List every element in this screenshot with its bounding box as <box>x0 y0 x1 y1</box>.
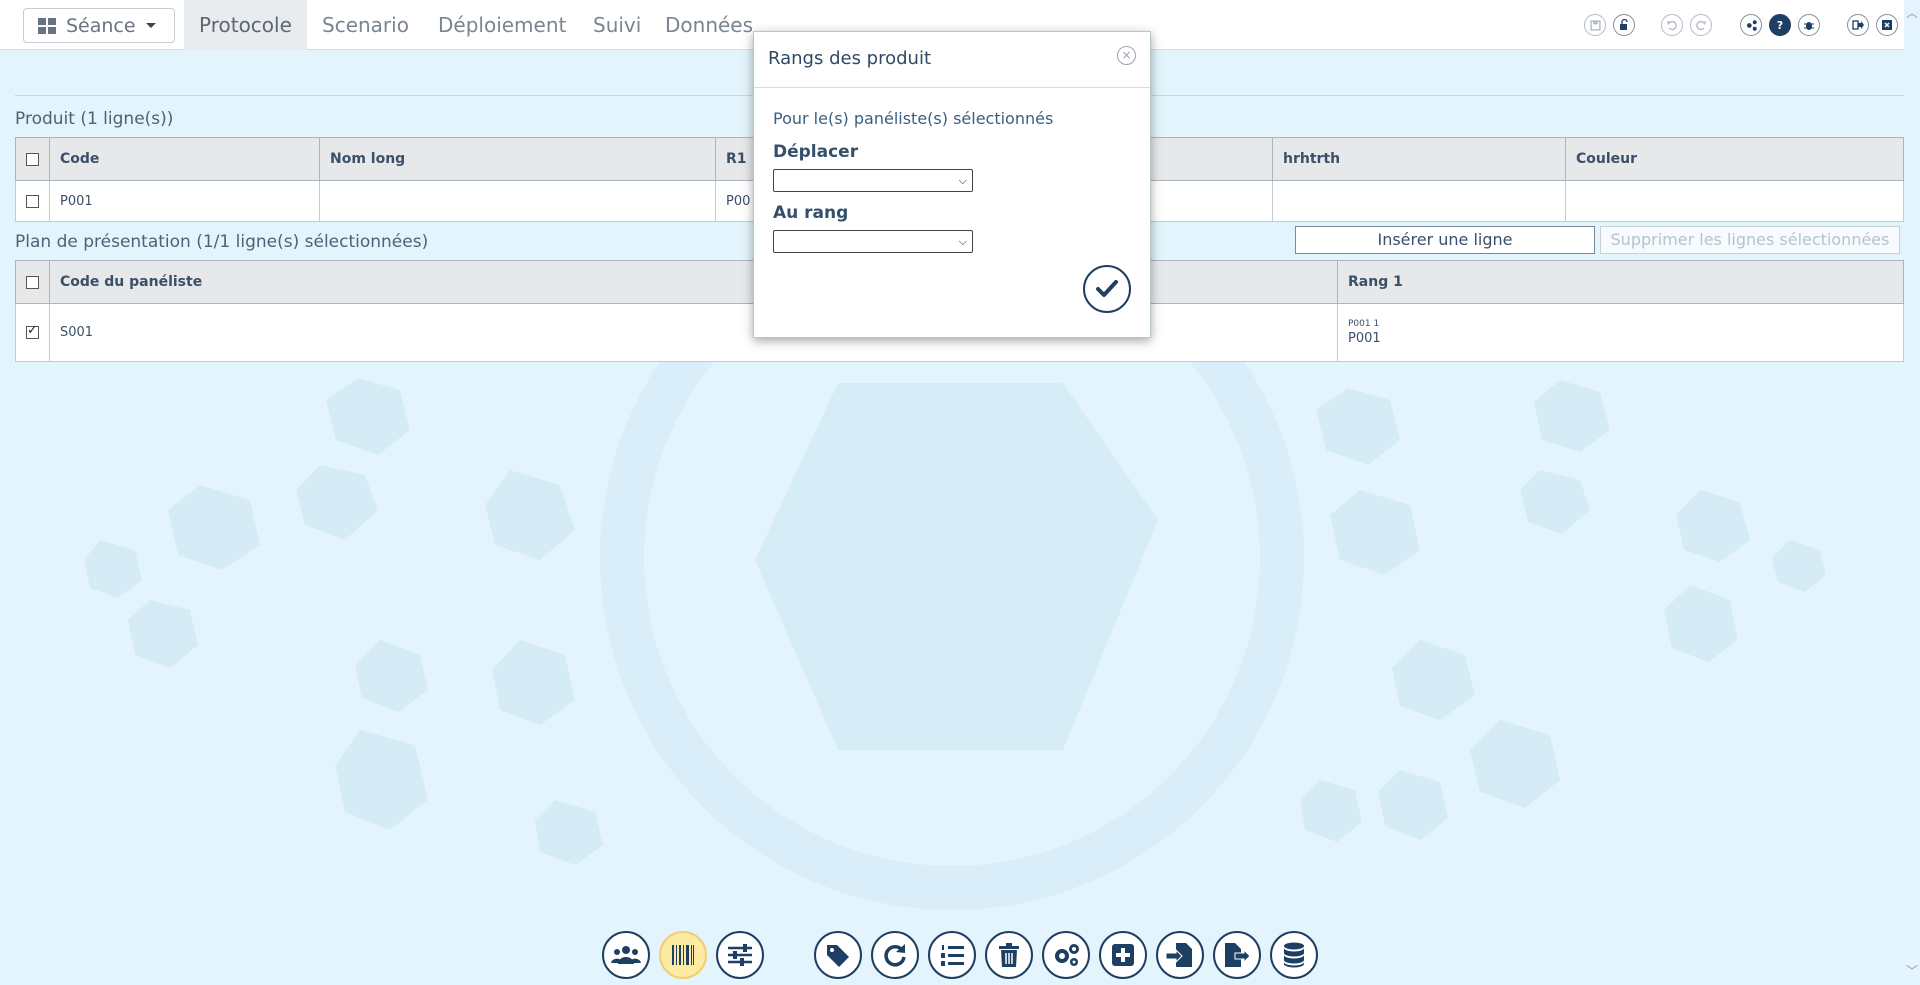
cogs-button[interactable] <box>1042 931 1090 979</box>
cell-rang-1[interactable]: P001 1 P001 <box>1337 303 1904 362</box>
dialog-info-text: Pour le(s) panéliste(s) sélectionnés <box>773 109 1054 128</box>
column-header-rang-1[interactable]: Rang 1 <box>1337 260 1904 304</box>
select-all-cell <box>15 137 50 181</box>
move-label: Déplacer <box>773 142 859 162</box>
insert-row-button[interactable]: Insérer une ligne <box>1295 226 1595 254</box>
rank-label: Au rang <box>773 203 849 223</box>
delete-button[interactable] <box>985 931 1033 979</box>
dialog-title: Rangs des produit <box>768 48 932 69</box>
database-icon <box>1284 942 1304 968</box>
ordered-list-icon <box>941 945 964 966</box>
column-header-nom-long[interactable]: Nom long <box>319 137 716 181</box>
file-export-icon <box>1225 943 1251 967</box>
confirm-button[interactable] <box>1083 265 1131 313</box>
sliders-button[interactable] <box>716 931 764 979</box>
select-all-cell <box>15 260 50 304</box>
cell-couleur[interactable] <box>1565 180 1904 222</box>
scroll-down-arrow-icon[interactable]: ﹀ <box>1906 962 1918 979</box>
refresh-icon <box>884 944 906 967</box>
unlock-icon[interactable] <box>1613 14 1635 36</box>
plan-section-title: Plan de présentation (1/1 ligne(s) sélec… <box>15 232 429 252</box>
import-button[interactable] <box>1156 931 1204 979</box>
column-header-couleur[interactable]: Couleur <box>1565 137 1904 181</box>
sliders-icon <box>728 944 752 966</box>
cell-nom-long[interactable] <box>319 180 716 222</box>
seance-label: Séance <box>66 14 136 37</box>
help-icon[interactable]: ? <box>1769 14 1791 36</box>
row-checkbox-checked[interactable] <box>26 323 39 339</box>
select-all-checkbox[interactable] <box>26 275 39 289</box>
delete-selected-rows-button[interactable]: Supprimer les lignes sélectionnées <box>1600 226 1900 254</box>
rangs-produit-dialog: Rangs des produit × Pour le(s) panéliste… <box>753 31 1151 338</box>
cell-code[interactable]: P001 <box>49 180 320 222</box>
database-button[interactable] <box>1270 931 1318 979</box>
refresh-button[interactable] <box>871 931 919 979</box>
column-header-hrhtrth[interactable]: hrhtrth <box>1272 137 1566 181</box>
tags-icon <box>827 945 849 967</box>
undo-icon[interactable] <box>1661 14 1683 36</box>
dialog-header: Rangs des produit × <box>754 32 1150 88</box>
produit-section-title: Produit (1 ligne(s)) <box>15 109 174 129</box>
chevron-down-icon: ⌵ <box>958 235 967 248</box>
tab-donnees[interactable]: Données <box>650 0 768 50</box>
plus-square-icon <box>1112 944 1134 966</box>
add-button[interactable] <box>1099 931 1147 979</box>
tab-deploiement[interactable]: Déploiement <box>423 0 581 50</box>
tab-protocole[interactable]: Protocole <box>184 0 307 50</box>
cogs-icon <box>1055 944 1079 966</box>
settings-share-icon[interactable] <box>1740 14 1762 36</box>
panelists-icon <box>611 946 641 964</box>
trash-icon <box>999 943 1019 967</box>
scroll-up-arrow-icon[interactable]: ︿ <box>1906 4 1918 21</box>
row-select-cell <box>15 180 50 222</box>
row-checkbox[interactable] <box>26 194 39 208</box>
close-window-icon[interactable] <box>1876 14 1898 36</box>
save-icon[interactable] <box>1584 14 1606 36</box>
check-icon <box>1096 280 1118 297</box>
tab-scenario[interactable]: Scenario <box>307 0 424 50</box>
barcode-icon <box>672 945 694 965</box>
redo-icon[interactable] <box>1690 14 1712 36</box>
tab-suivi[interactable]: Suivi <box>578 0 656 50</box>
chevron-down-icon: ⌵ <box>958 174 967 187</box>
rank-select[interactable]: ⌵ <box>773 230 973 253</box>
tags-button[interactable] <box>814 931 862 979</box>
file-import-icon <box>1166 943 1192 967</box>
row-select-cell <box>15 303 50 362</box>
barcode-button[interactable] <box>659 931 707 979</box>
seance-dropdown-button[interactable]: Séance <box>23 8 175 43</box>
export-button[interactable] <box>1213 931 1261 979</box>
rang-1-value: P001 <box>1348 331 1381 346</box>
panelists-button[interactable] <box>602 931 650 979</box>
grid-icon <box>38 17 56 34</box>
cell-hrhtrth[interactable] <box>1272 180 1566 222</box>
select-all-checkbox[interactable] <box>26 152 39 166</box>
column-header-code[interactable]: Code <box>49 137 320 181</box>
move-select[interactable]: ⌵ <box>773 169 973 192</box>
logout-icon[interactable] <box>1847 14 1869 36</box>
bug-icon[interactable] <box>1798 14 1820 36</box>
rang-1-caption: P001 1 <box>1348 319 1380 329</box>
ordered-list-button[interactable] <box>928 931 976 979</box>
close-icon[interactable]: × <box>1117 46 1136 65</box>
caret-down-icon <box>145 23 156 28</box>
